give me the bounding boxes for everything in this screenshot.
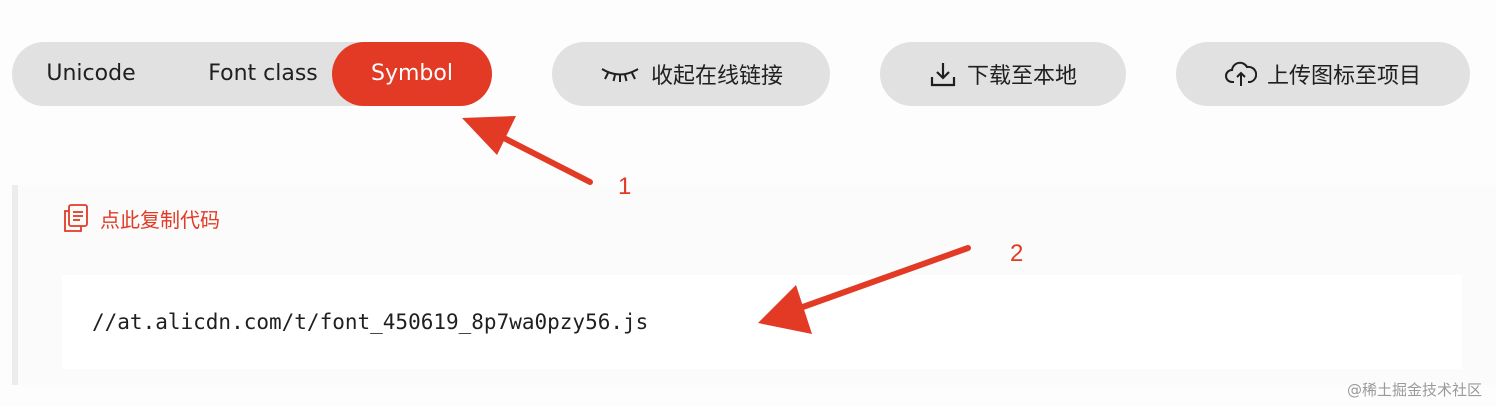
annotation-number-1: 1 xyxy=(618,173,632,200)
annotation-arrow-1 xyxy=(462,116,593,185)
watermark: @稀土掘金技术社区 xyxy=(1346,381,1482,399)
annotation-arrow-2 xyxy=(758,245,971,334)
annotation-arrows xyxy=(462,116,971,334)
annotation-number-2: 2 xyxy=(1010,240,1024,267)
